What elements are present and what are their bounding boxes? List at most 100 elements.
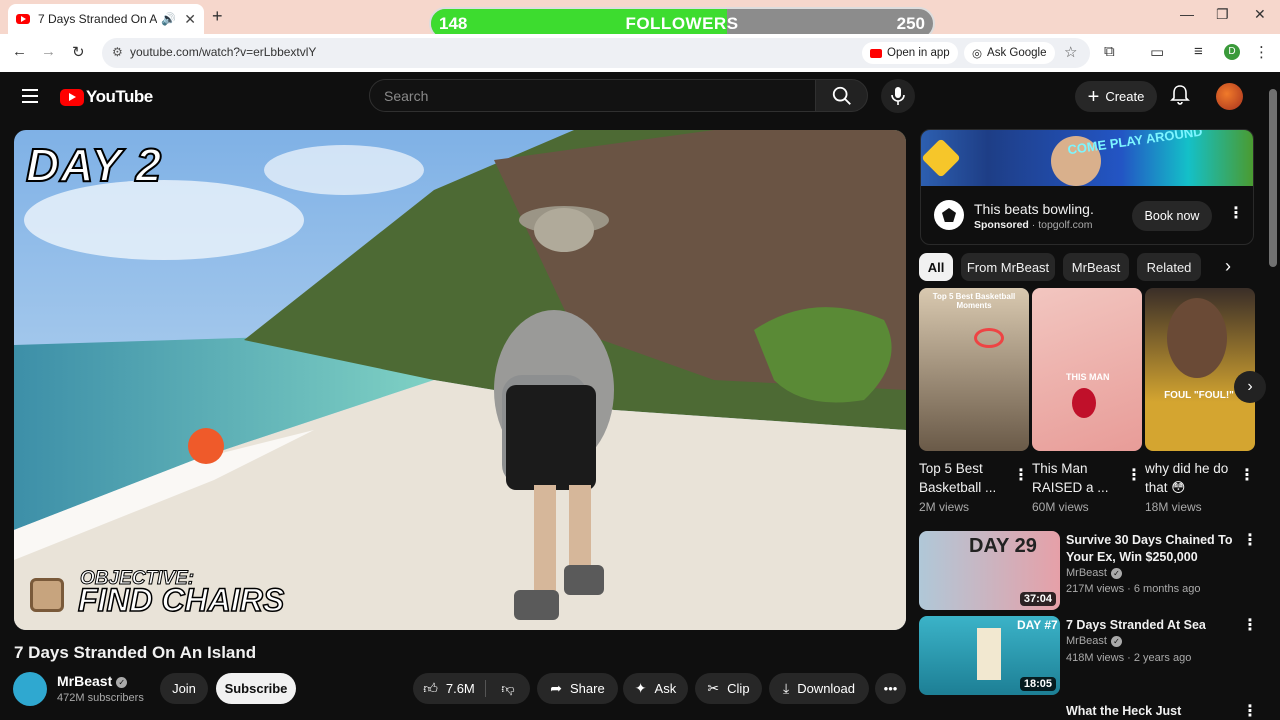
ask-label: Ask [654, 681, 677, 696]
short-title: This Man RAISED a ... [1032, 461, 1109, 495]
back-icon[interactable]: ← [12, 43, 27, 60]
short-thumbnail[interactable]: THIS MAN [1032, 288, 1142, 451]
ask-google-button[interactable]: ◎ Ask Google [964, 42, 1055, 64]
close-window-icon[interactable]: ✕ [1254, 6, 1266, 23]
thumbnail-text: DAY 29 [969, 535, 1037, 557]
basketball-hoop-icon [974, 328, 1004, 348]
browser-toolbar: ← → ↻ ⚙ youtube.com/watch?v=erLbbextvlY … [0, 34, 1280, 72]
user-avatar[interactable] [1216, 83, 1243, 110]
plus-icon: + [1087, 85, 1100, 108]
chips-next-icon[interactable]: › [1225, 256, 1231, 277]
short-more-icon[interactable]: ⋮ [1239, 468, 1255, 484]
channel-avatar[interactable] [13, 672, 47, 706]
related-more-icon[interactable]: ⋮ [1242, 704, 1254, 720]
chip-mrbeast[interactable]: MrBeast [1063, 253, 1129, 281]
overlay-task: FIND CHAIRS [77, 581, 285, 619]
subscribe-button[interactable]: Subscribe [216, 673, 296, 704]
like-count: 7.6M [445, 681, 475, 696]
topgolf-logo-icon [934, 200, 964, 230]
media-control-icon[interactable]: ≡ [1194, 43, 1203, 60]
clip-button[interactable]: ✂ Clip [695, 673, 762, 704]
short-thumbnail[interactable]: Top 5 Best Basketball Moments [919, 288, 1029, 451]
browser-menu-icon[interactable]: ⋮ [1254, 43, 1269, 61]
open-in-app-label: Open in app [887, 47, 950, 59]
browser-tab[interactable]: 7 Days Stranded On An Islan 🔊 ✕ [8, 4, 204, 34]
lens-icon: ◎ [972, 48, 983, 60]
chip-all[interactable]: All [919, 253, 953, 281]
speaker-icon[interactable]: 🔊 [161, 12, 176, 26]
create-button[interactable]: + Create [1075, 81, 1157, 112]
short-thumbnail[interactable]: FOUL "FOUL!" [1145, 288, 1255, 451]
search-icon [832, 86, 851, 105]
related-thumbnail[interactable]: DAY #7 18:05 [919, 616, 1060, 695]
book-now-button[interactable]: Book now [1132, 201, 1212, 231]
search-box [369, 79, 816, 112]
channel-name[interactable]: MrBeast ✓ [57, 673, 128, 689]
voice-search-button[interactable] [881, 79, 915, 113]
golf-badge-icon [921, 138, 961, 178]
search-input[interactable] [384, 88, 784, 104]
cast-icon[interactable]: ▭ [1150, 43, 1164, 61]
related-more-icon[interactable]: ⋮ [1242, 533, 1258, 549]
youtube-favicon-icon [16, 14, 30, 24]
chip-related[interactable]: Related [1137, 253, 1201, 281]
sponsored-ad-card[interactable]: COME PLAY AROUND This beats bowling. Spo… [920, 129, 1254, 245]
tab-title: 7 Days Stranded On An Islan [38, 12, 158, 26]
video-duration: 37:04 [1019, 592, 1056, 606]
ad-more-icon[interactable]: ⋮ [1228, 206, 1244, 222]
short-more-icon[interactable]: ⋮ [1126, 468, 1142, 484]
share-icon: ➦ [550, 680, 563, 696]
like-button[interactable]: 👍︎ 7.6M [413, 673, 485, 704]
chip-from-mrbeast[interactable]: From MrBeast [961, 253, 1055, 281]
short-views: 2M views [919, 500, 970, 514]
minimize-icon[interactable]: — [1180, 6, 1194, 22]
followers-label: FOLLOWERS [625, 14, 739, 33]
chevron-right-icon: › [1247, 378, 1253, 395]
new-tab-icon[interactable]: + [212, 6, 223, 27]
dislike-button[interactable]: 👎︎ [486, 673, 530, 704]
bell-icon [1170, 85, 1190, 105]
join-button[interactable]: Join [160, 673, 208, 704]
site-info-icon[interactable]: ⚙ [112, 45, 123, 59]
notifications-button[interactable] [1170, 84, 1190, 111]
more-actions-button[interactable]: ••• [875, 673, 906, 704]
youtube-logo[interactable]: YouTube [60, 87, 153, 107]
video-player[interactable]: DAY 2 OBJECTIVE: FIND CHAIRS [14, 130, 906, 630]
ask-button[interactable]: ✦ Ask [623, 673, 688, 704]
extensions-icon[interactable]: ⧉ [1104, 43, 1115, 60]
clip-label: Clip [727, 681, 750, 696]
page-scrollbar[interactable] [1269, 89, 1277, 267]
ad-banner[interactable]: COME PLAY AROUND [921, 129, 1253, 186]
download-button[interactable]: ⤓ Download [769, 673, 869, 704]
close-tab-icon[interactable]: ✕ [184, 11, 196, 28]
forward-icon[interactable]: → [41, 43, 56, 60]
short-more-icon[interactable]: ⋮ [1013, 468, 1029, 484]
shorts-next-button[interactable]: › [1234, 371, 1266, 403]
related-more-icon[interactable]: ⋮ [1242, 618, 1258, 634]
ad-banner-text: COME PLAY AROUND [1066, 129, 1204, 158]
youtube-wordmark: YouTube [86, 87, 153, 106]
reload-icon[interactable]: ↻ [72, 43, 85, 61]
open-in-app-button[interactable]: Open in app [862, 42, 958, 64]
short-item[interactable]: FOUL "FOUL!" why did he do that 😳 18M vi… [1145, 288, 1255, 514]
youtube-play-icon [60, 88, 84, 106]
share-button[interactable]: ➦ Share [537, 673, 618, 704]
share-label: Share [570, 681, 605, 696]
related-channel: MrBeast ✓ [1066, 567, 1122, 579]
search-button[interactable] [815, 79, 868, 112]
related-thumbnail[interactable]: DAY 29 37:04 [919, 531, 1060, 610]
bookmark-star-icon[interactable]: ☆ [1064, 43, 1077, 61]
youtube-icon [870, 48, 882, 58]
short-item[interactable]: THIS MAN This Man RAISED a ... 60M views… [1032, 288, 1142, 514]
address-bar[interactable]: ⚙ youtube.com/watch?v=erLbbextvlY Open i… [102, 38, 1090, 68]
subscriber-count: 472M subscribers [57, 692, 144, 704]
related-video-item[interactable]: What the Heck Just Happened? ⋮ [919, 701, 1254, 720]
guide-menu-icon[interactable] [22, 89, 38, 107]
browser-profile-avatar[interactable]: D [1224, 44, 1240, 60]
maximize-icon[interactable]: ❐ [1216, 6, 1229, 23]
scissors-icon: ✂ [707, 680, 720, 696]
short-item[interactable]: Top 5 Best Basketball Moments Top 5 Best… [919, 288, 1029, 514]
short-title: Top 5 Best Basketball ... [919, 461, 997, 495]
related-video-item[interactable]: DAY 29 37:04 Survive 30 Days Chained To … [919, 531, 1258, 611]
related-video-item[interactable]: DAY #7 18:05 7 Days Stranded At Sea MrBe… [919, 616, 1258, 696]
